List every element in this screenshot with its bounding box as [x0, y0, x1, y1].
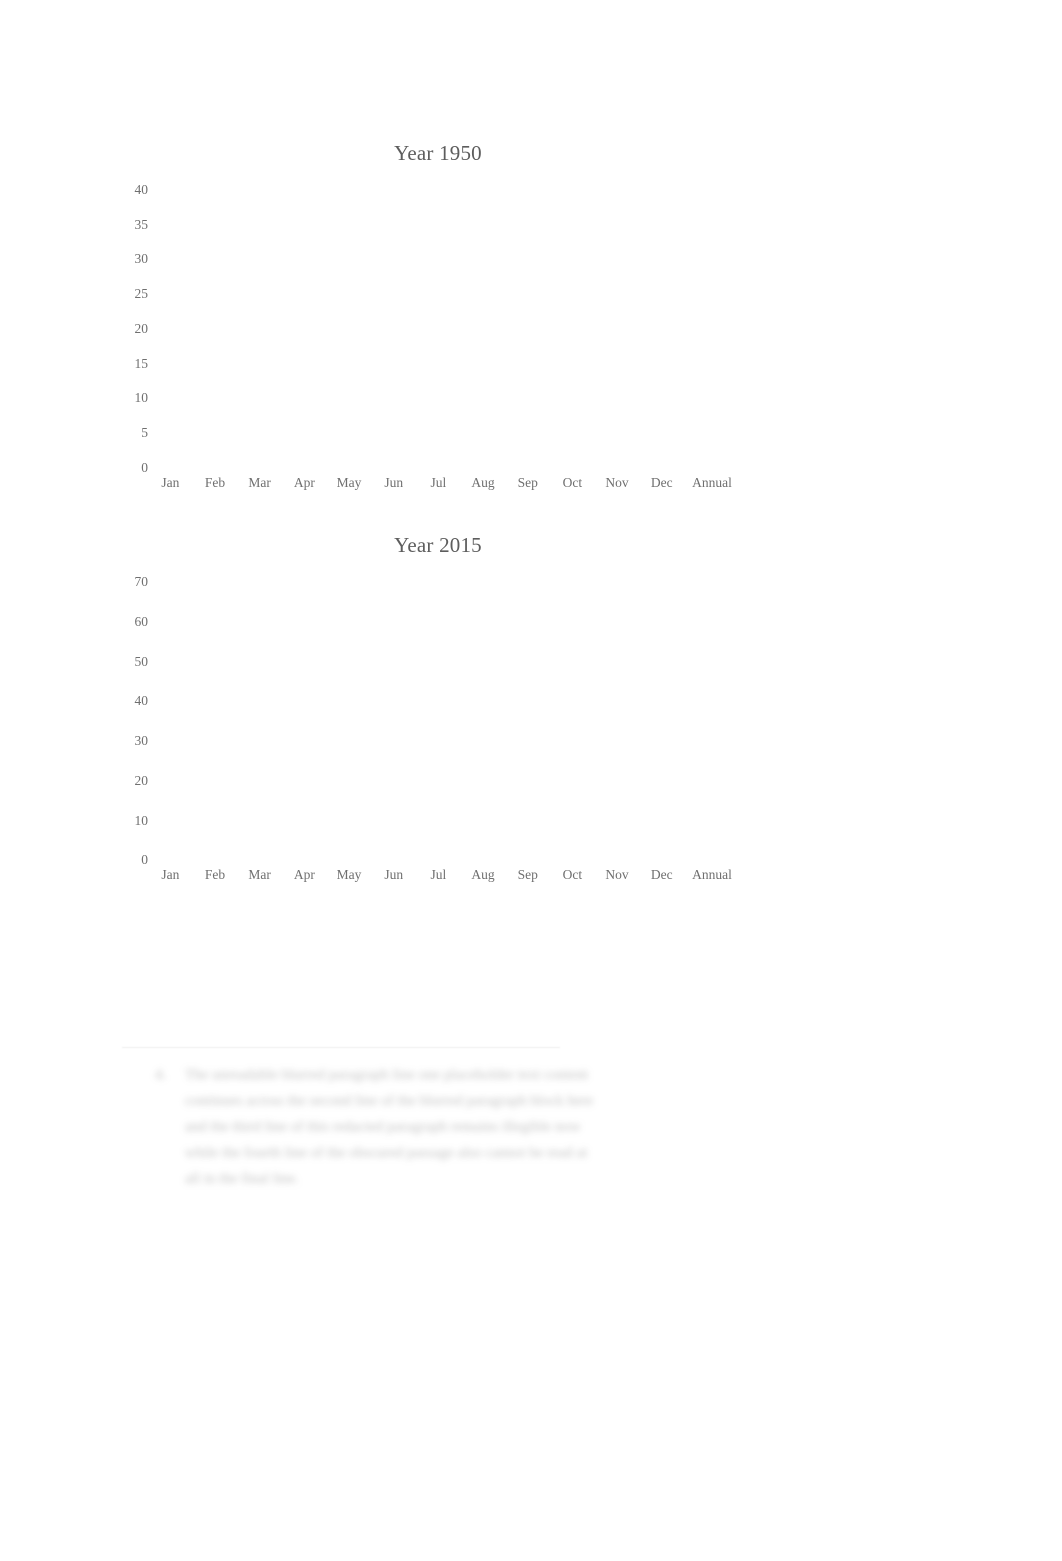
x-tick-label: Jan	[161, 867, 180, 882]
footnote-row: 4. The unreadable blurred paragraph line…	[155, 1062, 945, 1192]
footnote-line: while the fourth line of the obscured pa…	[185, 1145, 588, 1161]
chart-title-2015: Year 2015	[394, 533, 482, 557]
x-tick-label: Sep	[517, 867, 538, 882]
y-tick-label: 15	[134, 355, 149, 371]
horizontal-divider	[122, 1047, 560, 1048]
list-marker: 4.	[155, 1067, 167, 1083]
x-tick-label: Jun	[384, 867, 404, 882]
document-page: Year 1950 40 35 30 25 20 15 10 5 0 Jan F…	[0, 0, 1062, 1561]
x-tick-label: Dec	[650, 867, 673, 882]
footnote-line: continues across the second line of the …	[185, 1093, 594, 1109]
y-axis-2015: 70 60 50 40 30 20 10 0	[110, 574, 149, 866]
x-tick-label: Apr	[293, 867, 315, 882]
x-tick-label: May	[336, 867, 362, 882]
x-tick-label: Oct	[562, 867, 583, 882]
x-tick-label: Mar	[248, 867, 271, 882]
plot-area-2015	[148, 575, 740, 860]
blurred-footnote-paragraph: 4. The unreadable blurred paragraph line…	[155, 1062, 945, 1192]
y-tick-label: 25	[134, 286, 149, 302]
x-axis-2015: Jan Feb Mar Apr May Jun Jul Aug Sep Oct …	[148, 867, 740, 883]
footnote-line: The unreadable blurred paragraph line on…	[185, 1067, 589, 1083]
y-tick-label: 35	[134, 216, 149, 232]
y-tick-label: 70	[134, 574, 149, 589]
y-tick-label: 60	[134, 613, 149, 629]
y-tick-label: 30	[134, 733, 149, 749]
y-tick-label: 20	[134, 320, 149, 336]
x-tick-label: Nov	[605, 867, 629, 882]
chart-title-1950: Year 1950	[394, 141, 482, 165]
footnote-line: all in the final line.	[185, 1171, 299, 1187]
y-tick-label: 40	[134, 693, 149, 709]
footnote-line: and the third line of this redacted para…	[185, 1119, 581, 1135]
footnote-text: The unreadable blurred paragraph line on…	[185, 1062, 945, 1192]
y-tick-label: 30	[134, 251, 149, 267]
chart-year-2015: Year 2015 70 60 50 40 30 20 10 0 Jan Feb…	[0, 392, 1062, 902]
y-tick-label: 10	[134, 812, 149, 828]
y-tick-label: 40	[134, 182, 149, 197]
x-tick-label: Aug	[471, 867, 495, 882]
x-tick-label: Annual	[692, 867, 732, 882]
y-tick-label: 0	[141, 851, 148, 867]
y-tick-label: 50	[134, 653, 149, 669]
y-tick-label: 20	[134, 773, 149, 788]
x-tick-label: Feb	[204, 867, 226, 882]
x-tick-label: Jul	[430, 867, 447, 882]
